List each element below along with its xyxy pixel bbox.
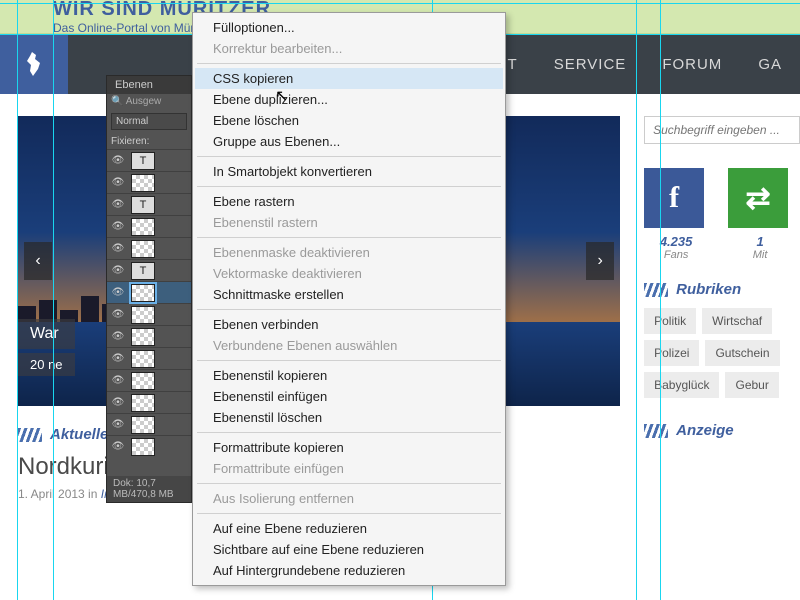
social-facebook[interactable]: f 4.235 Fans bbox=[644, 168, 708, 261]
layer-row[interactable]: 👁 bbox=[107, 347, 191, 369]
layer-row[interactable]: 👁T bbox=[107, 149, 191, 171]
slider-next[interactable]: › bbox=[586, 242, 614, 280]
menu-item[interactable]: In Smartobjekt konvertieren bbox=[195, 161, 503, 182]
blend-mode[interactable]: Normal bbox=[111, 113, 187, 130]
tag-button[interactable]: Gebur bbox=[725, 372, 778, 398]
nav-item[interactable]: FORUM bbox=[644, 56, 740, 73]
tag-button[interactable]: Babyglück bbox=[644, 372, 719, 398]
layer-thumb[interactable] bbox=[131, 416, 155, 434]
menu-item[interactable]: Gruppe aus Ebenen... bbox=[195, 131, 503, 152]
share-icon: ⇄ bbox=[728, 168, 788, 228]
hatch-icon bbox=[644, 283, 668, 297]
social-other[interactable]: ⇄ 1 Mit bbox=[728, 168, 792, 261]
layer-row[interactable]: 👁 bbox=[107, 325, 191, 347]
tag-button[interactable]: Gutschein bbox=[705, 340, 779, 366]
hatch-icon bbox=[644, 424, 668, 438]
tag-button[interactable]: Polizei bbox=[644, 340, 699, 366]
visibility-icon[interactable]: 👁 bbox=[107, 199, 129, 210]
layer-thumb[interactable] bbox=[131, 328, 155, 346]
layer-row[interactable]: 👁 bbox=[107, 281, 191, 303]
visibility-icon[interactable]: 👁 bbox=[107, 375, 129, 386]
facebook-icon: f bbox=[644, 168, 704, 228]
layer-row[interactable]: 👁T bbox=[107, 259, 191, 281]
layer-thumb[interactable] bbox=[131, 240, 155, 258]
nav-item[interactable]: SERVICE bbox=[536, 56, 645, 73]
layer-thumb[interactable] bbox=[131, 350, 155, 368]
visibility-icon[interactable]: 👁 bbox=[107, 221, 129, 232]
menu-item[interactable]: Formattribute kopieren bbox=[195, 437, 503, 458]
menu-item[interactable]: Schnittmaske erstellen bbox=[195, 284, 503, 305]
menu-item[interactable]: Ebene duplizieren... bbox=[195, 89, 503, 110]
menu-item: Ebenenmaske deaktivieren bbox=[195, 242, 503, 263]
visibility-icon[interactable]: 👁 bbox=[107, 353, 129, 364]
layer-thumb[interactable] bbox=[131, 372, 155, 390]
layer-row[interactable]: 👁 bbox=[107, 435, 191, 457]
slider-caption-sub: 20 ne bbox=[18, 353, 75, 376]
layer-row[interactable]: 👁 bbox=[107, 215, 191, 237]
menu-item[interactable]: Ebenen verbinden bbox=[195, 314, 503, 335]
menu-item[interactable]: Ebene rastern bbox=[195, 191, 503, 212]
lock-label: Fixieren: bbox=[107, 134, 191, 149]
visibility-icon[interactable]: 👁 bbox=[107, 309, 129, 320]
layer-thumb[interactable] bbox=[131, 394, 155, 412]
layer-thumb[interactable]: T bbox=[131, 262, 155, 280]
menu-item[interactable]: Fülloptionen... bbox=[195, 17, 503, 38]
search-input[interactable] bbox=[644, 116, 800, 144]
doc-status: Dok: 10,7 MB/470,8 MB bbox=[107, 476, 191, 502]
slider-prev[interactable]: ‹ bbox=[24, 242, 52, 280]
menu-item[interactable]: Ebene löschen bbox=[195, 110, 503, 131]
menu-item[interactable]: CSS kopieren bbox=[195, 68, 503, 89]
layer-row[interactable]: 👁 bbox=[107, 171, 191, 193]
menu-item: Vektormaske deaktivieren bbox=[195, 263, 503, 284]
tag-button[interactable]: Wirtschaf bbox=[702, 308, 772, 334]
visibility-icon[interactable]: 👁 bbox=[107, 265, 129, 276]
menu-item[interactable]: Auf eine Ebene reduzieren bbox=[195, 518, 503, 539]
visibility-icon[interactable]: 👁 bbox=[107, 155, 129, 166]
layer-thumb[interactable] bbox=[131, 284, 155, 302]
menu-item[interactable]: Ebenenstil kopieren bbox=[195, 365, 503, 386]
layer-row[interactable]: 👁 bbox=[107, 369, 191, 391]
layer-context-menu[interactable]: Fülloptionen...Korrektur bearbeiten... CS… bbox=[192, 12, 506, 586]
visibility-icon[interactable]: 👁 bbox=[107, 287, 129, 298]
visibility-icon[interactable]: 👁 bbox=[107, 419, 129, 430]
menu-item: Ebenenstil rastern bbox=[195, 212, 503, 233]
layer-thumb[interactable]: T bbox=[131, 196, 155, 214]
menu-item[interactable]: Sichtbare auf eine Ebene reduzieren bbox=[195, 539, 503, 560]
visibility-icon[interactable]: 👁 bbox=[107, 397, 129, 408]
hatch-icon bbox=[18, 428, 42, 442]
visibility-icon[interactable]: 👁 bbox=[107, 331, 129, 342]
visibility-icon[interactable]: 👁 bbox=[107, 441, 129, 452]
nav-item[interactable]: GA bbox=[740, 56, 800, 73]
section-rubriken: Rubriken bbox=[644, 281, 800, 298]
section-anzeige: Anzeige bbox=[644, 422, 800, 439]
layer-thumb[interactable] bbox=[131, 438, 155, 456]
layers-panel[interactable]: Ebenen 🔍 Ausgew Normal Fixieren: 👁T👁👁T👁👁… bbox=[106, 75, 192, 503]
layer-row[interactable]: 👁 bbox=[107, 391, 191, 413]
menu-item[interactable]: Auf Hintergrundebene reduzieren bbox=[195, 560, 503, 581]
layer-thumb[interactable] bbox=[131, 306, 155, 324]
layer-row[interactable]: 👁T bbox=[107, 193, 191, 215]
layers-tab[interactable]: Ebenen bbox=[107, 76, 191, 94]
layer-row[interactable]: 👁 bbox=[107, 237, 191, 259]
visibility-icon[interactable]: 👁 bbox=[107, 243, 129, 254]
layer-thumb[interactable] bbox=[131, 218, 155, 236]
menu-item[interactable]: Ebenenstil einfügen bbox=[195, 386, 503, 407]
tag-button[interactable]: Politik bbox=[644, 308, 696, 334]
menu-item: Formattribute einfügen bbox=[195, 458, 503, 479]
visibility-icon[interactable]: 👁 bbox=[107, 177, 129, 188]
layer-thumb[interactable]: T bbox=[131, 152, 155, 170]
layer-thumb[interactable] bbox=[131, 174, 155, 192]
layer-row[interactable]: 👁 bbox=[107, 303, 191, 325]
menu-item: Verbundene Ebenen auswählen bbox=[195, 335, 503, 356]
menu-item: Aus Isolierung entfernen bbox=[195, 488, 503, 509]
layer-row[interactable]: 👁 bbox=[107, 413, 191, 435]
brand-logo[interactable] bbox=[0, 34, 68, 94]
menu-item: Korrektur bearbeiten... bbox=[195, 38, 503, 59]
menu-item[interactable]: Ebenenstil löschen bbox=[195, 407, 503, 428]
slider-caption-title: War bbox=[18, 319, 75, 349]
